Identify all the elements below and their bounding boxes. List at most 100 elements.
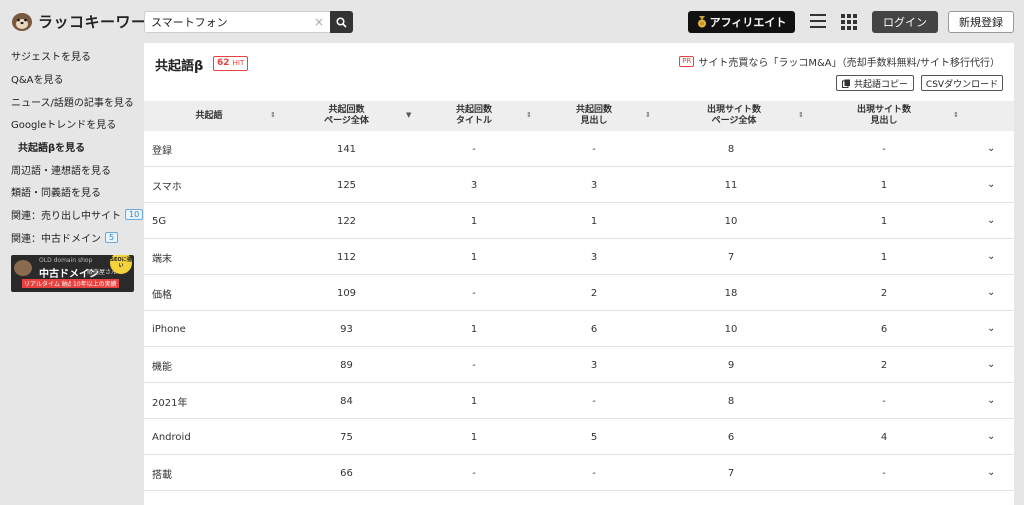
table-row: 5G 122 1 1 10 1 ⌄ bbox=[144, 203, 1014, 239]
search-input[interactable] bbox=[145, 12, 330, 32]
medal-icon bbox=[697, 16, 706, 28]
sidebar-item-label: 関連：売り出し中サイト bbox=[11, 211, 121, 222]
hamburger-menu-icon[interactable] bbox=[810, 14, 826, 28]
column-header-sublabel: 見出し bbox=[870, 116, 898, 126]
sidebar-item-related-words[interactable]: 周辺語・連想語を見る bbox=[11, 162, 111, 177]
cell-sites-heading: 1 bbox=[880, 215, 888, 227]
copy-icon bbox=[841, 79, 850, 88]
cell-word: 搭載 bbox=[152, 469, 172, 481]
copy-label: 共起語コピー bbox=[853, 79, 908, 90]
sidebar-item-google-trends[interactable]: Googleトレンドを見る bbox=[11, 116, 116, 131]
sidebar-item-qa[interactable]: Q&Aを見る bbox=[11, 71, 64, 86]
cell-cooccur-page: 125 bbox=[336, 179, 357, 191]
search-icon bbox=[336, 16, 347, 28]
cell-cooccur-heading: 1 bbox=[590, 215, 598, 227]
cell-word: 機能 bbox=[152, 361, 172, 373]
cell-sites-heading: - bbox=[882, 395, 886, 407]
chevron-down-icon[interactable]: ⌄ bbox=[987, 323, 995, 334]
table-row: 価格 109 - 2 18 2 ⌄ bbox=[144, 275, 1014, 311]
chevron-down-icon[interactable]: ⌄ bbox=[987, 359, 995, 370]
cell-cooccur-heading: - bbox=[592, 395, 596, 407]
sort-icon[interactable]: ⇕ bbox=[953, 111, 959, 119]
cell-sites-heading: 1 bbox=[880, 251, 888, 263]
table-row: 端末 112 1 3 7 1 ⌄ bbox=[144, 239, 1014, 275]
column-header-label: 共起回数 bbox=[455, 105, 492, 115]
apps-grid-icon[interactable] bbox=[841, 14, 857, 30]
cell-sites-page: 7 bbox=[727, 467, 735, 479]
logo[interactable]: ラッコキーワード bbox=[10, 9, 162, 33]
table-row: 2021年 84 1 - 8 - ⌄ bbox=[144, 383, 1014, 419]
cell-cooccur-title: 1 bbox=[470, 431, 478, 443]
cell-sites-heading: - bbox=[882, 467, 886, 479]
sidebar-item-label: 共起語βを見る bbox=[18, 143, 86, 154]
search-bar: × bbox=[144, 11, 353, 33]
cell-sites-heading: 4 bbox=[880, 431, 888, 443]
sort-icon[interactable]: ⇕ bbox=[798, 111, 804, 119]
chevron-down-icon[interactable]: ⌄ bbox=[987, 431, 995, 442]
column-header-cooccur-title[interactable]: 共起回数 タイトル bbox=[414, 101, 534, 131]
register-button[interactable]: 新規登録 bbox=[948, 11, 1014, 33]
cell-cooccur-page: 89 bbox=[340, 359, 353, 371]
otter-logo-icon bbox=[10, 9, 34, 33]
cell-sites-page: 7 bbox=[727, 251, 735, 263]
sidebar-item-suggest[interactable]: サジェストを見る bbox=[11, 48, 91, 63]
sort-desc-icon[interactable]: ▼ bbox=[406, 111, 411, 119]
pr-ad-link[interactable]: PR サイト売買なら「ラッコM&A」（売却手数料無料/サイト移行代行） bbox=[679, 54, 1000, 69]
sidebar-item-cooccurrence[interactable]: 共起語βを見る bbox=[18, 139, 85, 154]
cell-cooccur-title: 1 bbox=[470, 395, 478, 407]
cell-cooccur-title: - bbox=[472, 359, 476, 371]
count-badge: 5 bbox=[105, 232, 119, 243]
affiliate-button[interactable]: アフィリエイト bbox=[688, 11, 795, 33]
sidebar-item-sites-for-sale[interactable]: 関連：売り出し中サイト 10 bbox=[11, 207, 144, 222]
clear-icon[interactable]: × bbox=[314, 15, 324, 29]
column-header-label: 共起語 bbox=[195, 110, 223, 121]
sort-icon[interactable]: ⇕ bbox=[270, 111, 276, 119]
chevron-down-icon[interactable]: ⌄ bbox=[987, 143, 995, 154]
sidebar-item-synonyms[interactable]: 類語・同義語を見る bbox=[11, 184, 101, 199]
page-title: 共起語β bbox=[155, 59, 204, 74]
copy-words-button[interactable]: 共起語コピー bbox=[836, 75, 914, 91]
sidebar-item-label: 関連：中古ドメイン bbox=[11, 234, 101, 245]
banner-tag: 10年以上の実績 bbox=[71, 279, 119, 288]
sort-icon[interactable]: ⇕ bbox=[526, 111, 532, 119]
cell-cooccur-title: - bbox=[472, 467, 476, 479]
chevron-down-icon[interactable]: ⌄ bbox=[987, 251, 995, 262]
column-header-label: 共起回数 bbox=[575, 105, 612, 115]
cell-cooccur-page: 75 bbox=[340, 431, 353, 443]
chevron-down-icon[interactable]: ⌄ bbox=[987, 287, 995, 298]
hit-count: 62 bbox=[217, 58, 230, 68]
login-button[interactable]: ログイン bbox=[872, 11, 938, 33]
column-header-cooccur-page[interactable]: 共起回数 ページ全体 bbox=[284, 101, 409, 131]
chevron-down-icon[interactable]: ⌄ bbox=[987, 395, 995, 406]
cell-cooccur-title: - bbox=[472, 143, 476, 155]
column-header-sublabel: タイトル bbox=[455, 116, 492, 126]
column-header-sublabel: 見出し bbox=[580, 116, 608, 126]
cell-sites-page: 9 bbox=[727, 359, 735, 371]
search-button[interactable] bbox=[330, 11, 353, 33]
cell-cooccur-heading: 3 bbox=[590, 179, 598, 191]
cell-sites-heading: 6 bbox=[880, 323, 888, 335]
column-header-word[interactable]: 共起語 bbox=[144, 101, 274, 131]
csv-download-button[interactable]: CSVダウンロード bbox=[921, 75, 1003, 91]
cell-sites-heading: 2 bbox=[880, 359, 888, 371]
cell-sites-heading: 2 bbox=[880, 287, 888, 299]
column-header-sites-page[interactable]: 出現サイト数 ページ全体 bbox=[674, 101, 794, 131]
column-header-cooccur-heading[interactable]: 共起回数 見出し bbox=[534, 101, 654, 131]
sidebar-item-label: ニュース/話題の記事を見る bbox=[11, 98, 134, 109]
sort-icon[interactable]: ⇕ bbox=[645, 111, 651, 119]
cell-word: Android bbox=[152, 431, 191, 443]
sidebar-item-news[interactable]: ニュース/話題の記事を見る bbox=[11, 94, 134, 109]
sidebar-item-label: Q&Aを見る bbox=[11, 75, 64, 86]
cell-cooccur-page: 66 bbox=[340, 467, 353, 479]
cell-sites-page: 18 bbox=[724, 287, 738, 299]
sidebar-item-used-domains[interactable]: 関連：中古ドメイン 5 bbox=[11, 230, 119, 245]
used-domain-banner[interactable]: OLD domain shop 中古ドメイン 販売屋さん リアルタイム 納品 1… bbox=[11, 255, 134, 292]
chevron-down-icon[interactable]: ⌄ bbox=[987, 467, 995, 478]
column-header-sites-heading[interactable]: 出現サイト数 見出し bbox=[824, 101, 944, 131]
cell-cooccur-heading: 3 bbox=[590, 359, 598, 371]
sidebar-item-label: 類語・同義語を見る bbox=[11, 188, 101, 199]
seo-seal: SEOに強い bbox=[110, 255, 132, 274]
chevron-down-icon[interactable]: ⌄ bbox=[987, 179, 995, 190]
cell-cooccur-title: 1 bbox=[470, 215, 478, 227]
chevron-down-icon[interactable]: ⌄ bbox=[987, 215, 995, 226]
